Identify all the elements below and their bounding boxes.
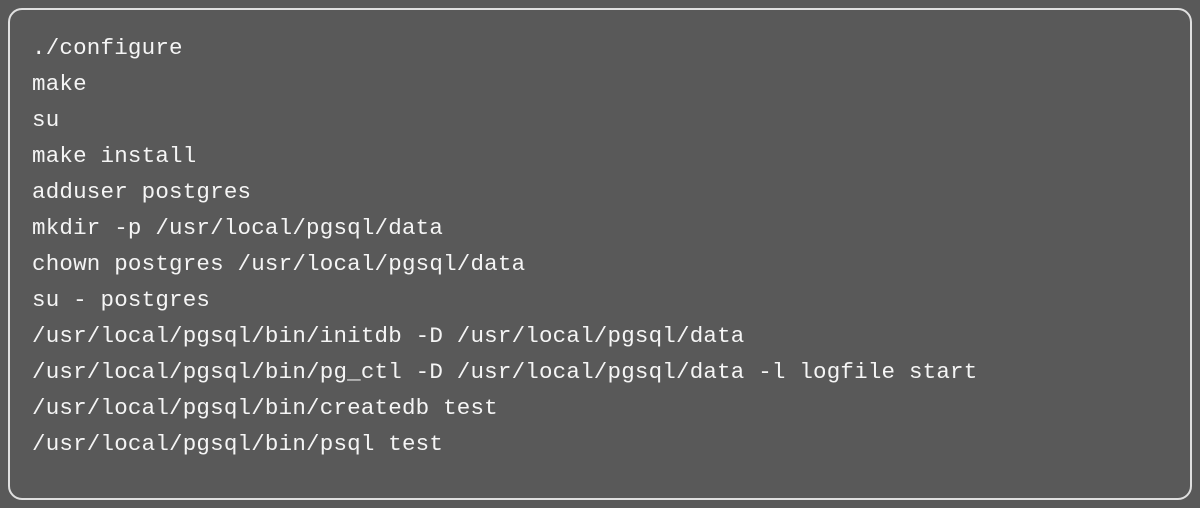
code-line: ./configure: [32, 30, 1168, 66]
code-line: su: [32, 102, 1168, 138]
code-line: /usr/local/pgsql/bin/psql test: [32, 426, 1168, 462]
code-line: su - postgres: [32, 282, 1168, 318]
code-line: make: [32, 66, 1168, 102]
code-line: adduser postgres: [32, 174, 1168, 210]
code-block: ./configure make su make install adduser…: [8, 8, 1192, 500]
code-line: chown postgres /usr/local/pgsql/data: [32, 246, 1168, 282]
code-line: /usr/local/pgsql/bin/createdb test: [32, 390, 1168, 426]
code-line: make install: [32, 138, 1168, 174]
code-line: mkdir -p /usr/local/pgsql/data: [32, 210, 1168, 246]
code-line: /usr/local/pgsql/bin/initdb -D /usr/loca…: [32, 318, 1168, 354]
code-line: /usr/local/pgsql/bin/pg_ctl -D /usr/loca…: [32, 354, 1168, 390]
